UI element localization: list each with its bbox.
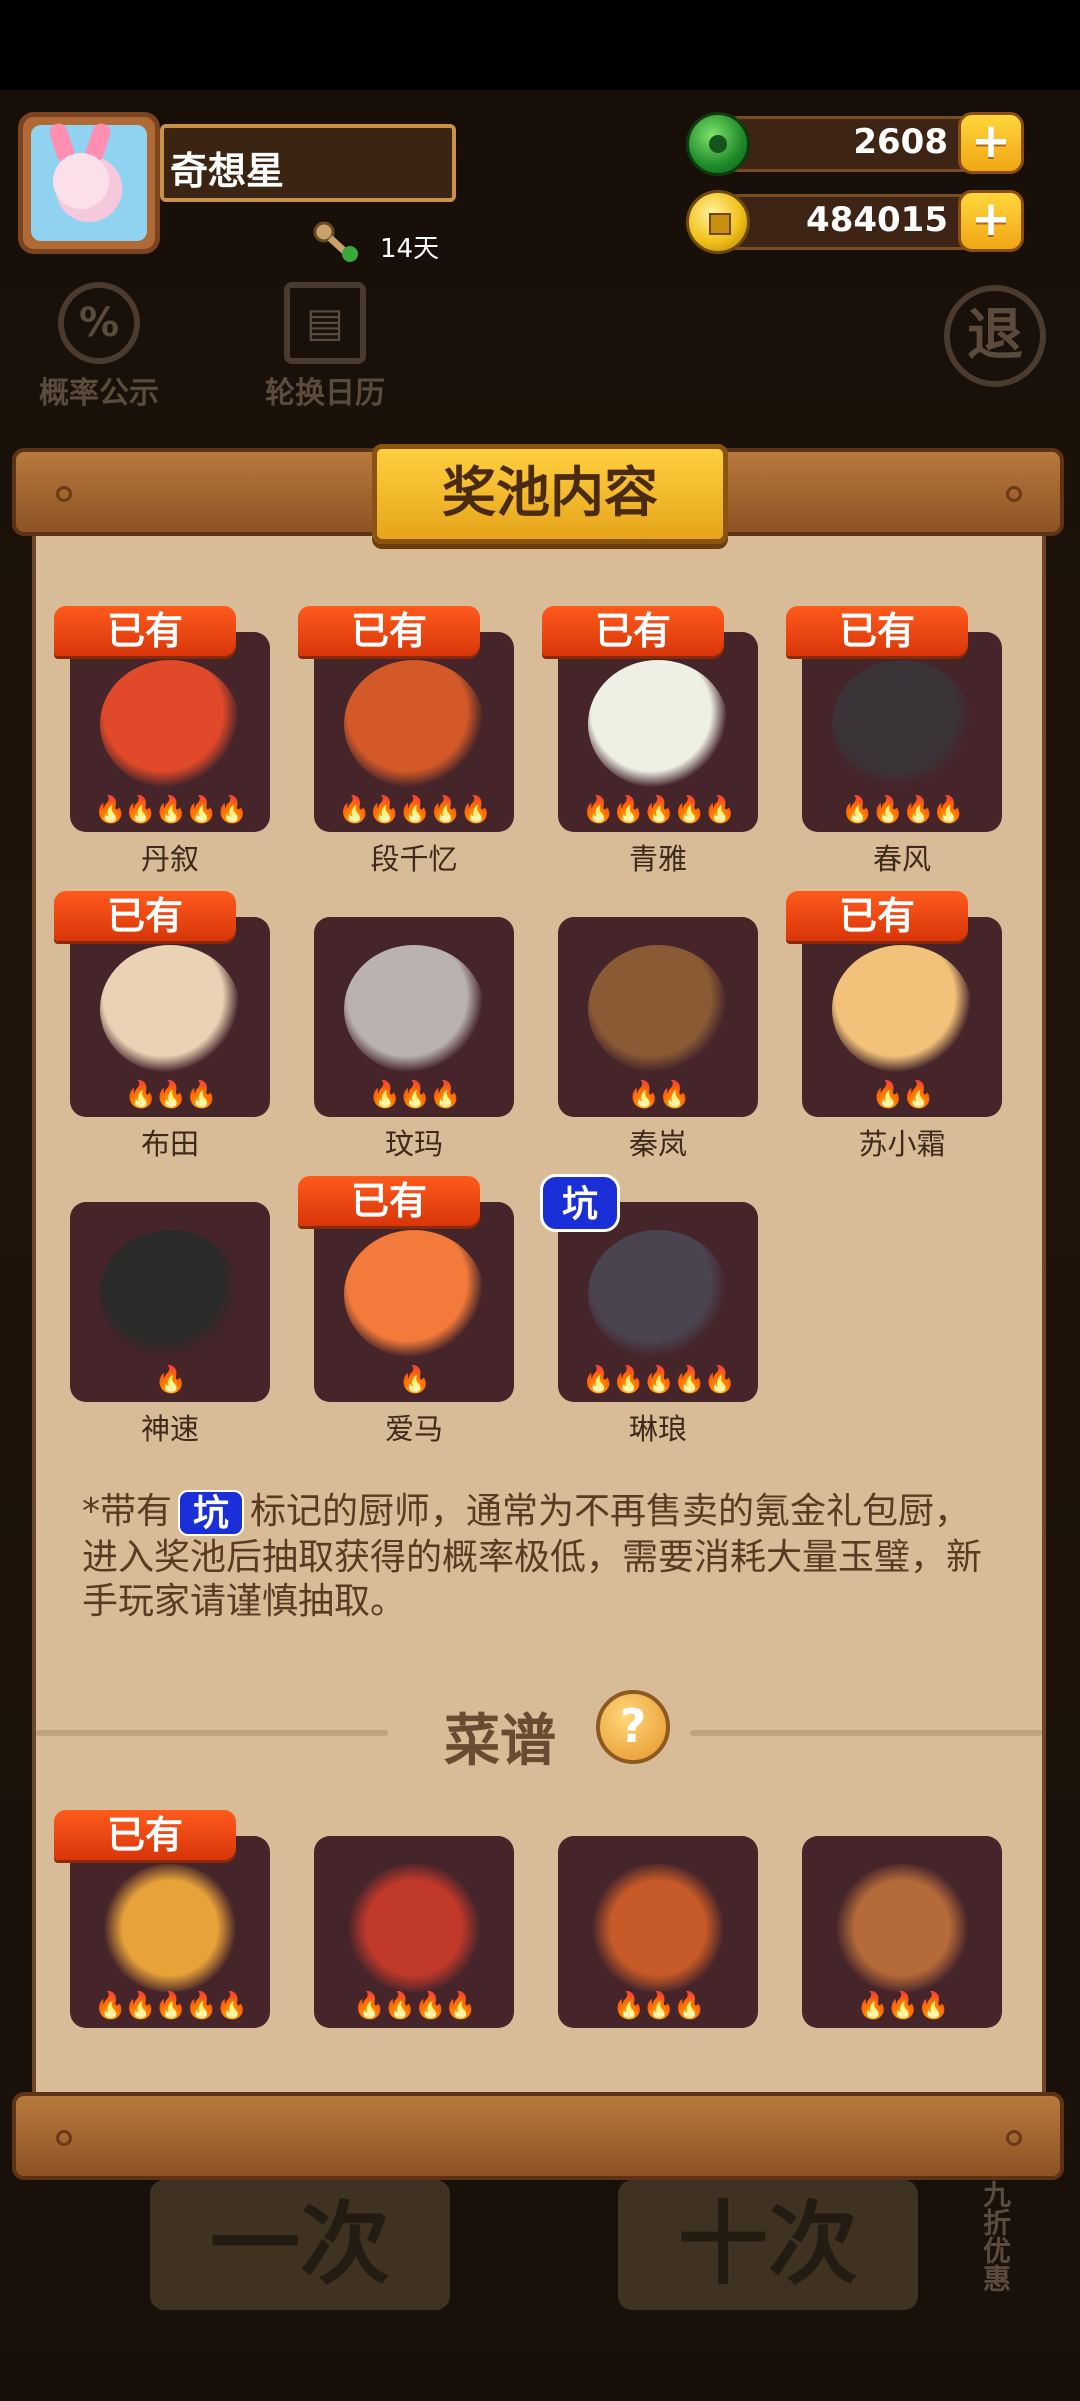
chef-name: 爱马: [384, 1412, 443, 1446]
rarity-flames: 🔥🔥: [627, 1080, 691, 1110]
rarity-flames: 🔥: [398, 1365, 431, 1395]
chef-portrait: [100, 1230, 240, 1358]
days-remaining: 14天: [380, 234, 440, 264]
calendar-button[interactable]: ▤ 轮换日历: [250, 282, 400, 412]
rarity-flames: 🔥🔥🔥: [124, 1080, 217, 1110]
recipe-card[interactable]: 🔥🔥🔥: [802, 1836, 1002, 2028]
chef-portrait: [832, 945, 972, 1073]
chef-name: 琳琅: [628, 1412, 687, 1446]
rarity-flames: 🔥🔥🔥🔥🔥: [582, 795, 736, 825]
pit-tag: 坑: [540, 1174, 620, 1232]
rarity-flames: 🔥🔥: [871, 1080, 935, 1110]
recipe-title: 菜谱: [444, 1709, 556, 1774]
rarity-flames: 🔥🔥🔥🔥🔥: [94, 1991, 248, 2021]
rarity-flames: 🔥🔥🔥🔥: [353, 1991, 477, 2021]
owned-tag: 已有: [54, 606, 236, 656]
note-prefix: *带有: [82, 1491, 173, 1532]
chef-portrait: [344, 945, 484, 1073]
chef-card[interactable]: 🔥🔥🔥🔥: [802, 632, 1002, 832]
chef-portrait: [344, 660, 484, 788]
exit-label: 退: [944, 285, 1046, 387]
add-jade-button[interactable]: +: [958, 112, 1024, 174]
chef-portrait: [344, 1230, 484, 1358]
chef-name: 丹叙: [140, 842, 199, 876]
recipe-card[interactable]: 🔥🔥🔥: [558, 1836, 758, 2028]
owned-tag: 已有: [786, 606, 968, 656]
calendar-label: 轮换日历: [265, 376, 385, 411]
dish-image: [100, 1864, 240, 1992]
percent-icon: %: [58, 282, 140, 364]
chef-portrait: [588, 1230, 728, 1358]
chef-portrait: [832, 660, 972, 788]
chef-card[interactable]: 🔥🔥🔥🔥🔥: [558, 1202, 758, 1402]
chef-card[interactable]: 🔥: [70, 1202, 270, 1402]
calendar-icon: ▤: [284, 282, 366, 364]
exit-button[interactable]: 退: [940, 285, 1050, 391]
chef-portrait: [588, 660, 728, 788]
rarity-flames: 🔥🔥🔥🔥🔥: [94, 795, 248, 825]
draw-once-button[interactable]: 一次: [150, 2180, 450, 2310]
chef-card[interactable]: 🔥: [314, 1202, 514, 1402]
chef-portrait: [100, 660, 240, 788]
chef-name: 神速: [140, 1412, 199, 1446]
chef-card[interactable]: 🔥🔥🔥🔥🔥: [558, 632, 758, 832]
owned-tag: 已有: [786, 891, 968, 941]
rarity-flames: 🔥: [154, 1365, 187, 1395]
owned-tag: 已有: [54, 1810, 236, 1860]
chef-name: 苏小霜: [858, 1127, 946, 1161]
status-bar: [0, 0, 1080, 90]
rarity-flames: 🔥🔥🔥🔥🔥: [338, 795, 492, 825]
dish-image: [588, 1864, 728, 1992]
chef-card[interactable]: 🔥🔥🔥: [70, 917, 270, 1117]
jade-icon: [686, 112, 750, 176]
chef-name: 春风: [872, 842, 931, 876]
chef-card[interactable]: 🔥🔥: [802, 917, 1002, 1117]
chef-name: 秦岚: [628, 1127, 687, 1161]
note-pit-tag: 坑: [178, 1490, 245, 1536]
player-name-box: 奇想星: [160, 124, 456, 202]
avatar[interactable]: [18, 112, 160, 254]
chef-name: 段千忆: [370, 842, 458, 876]
dish-image: [832, 1864, 972, 1992]
discount-label: 九折优惠: [979, 2180, 1012, 2292]
owned-tag: 已有: [54, 891, 236, 941]
panel-title: 奖池内容: [372, 444, 728, 544]
pit-note: *带有坑标记的厨师，通常为不再售卖的氪金礼包厨，进入奖池后抽取获得的概率极低，需…: [82, 1490, 1002, 1624]
panel-bottom-rail: [12, 2092, 1064, 2180]
probability-label: 概率公示: [39, 376, 159, 411]
player-name: 奇想星: [170, 149, 285, 193]
chef-name: 青雅: [628, 842, 687, 876]
chef-card[interactable]: 🔥🔥🔥🔥🔥: [70, 632, 270, 832]
recipe-card[interactable]: 🔥🔥🔥🔥🔥: [70, 1836, 270, 2028]
rarity-flames: 🔥🔥🔥🔥🔥: [582, 1365, 736, 1395]
rarity-flames: 🔥🔥🔥: [368, 1080, 461, 1110]
add-coin-button[interactable]: +: [958, 190, 1024, 252]
owned-tag: 已有: [298, 1176, 480, 1226]
recipe-card[interactable]: 🔥🔥🔥🔥: [314, 1836, 514, 2028]
divider-right: [690, 1730, 1042, 1736]
chef-portrait: [588, 945, 728, 1073]
divider-left: [36, 1730, 388, 1736]
rarity-flames: 🔥🔥🔥🔥: [841, 795, 965, 825]
chef-portrait: [100, 945, 240, 1073]
rarity-flames: 🔥🔥🔥: [856, 1991, 949, 2021]
chef-card[interactable]: 🔥🔥🔥🔥🔥: [314, 632, 514, 832]
chef-card[interactable]: 🔥🔥🔥: [314, 917, 514, 1117]
rarity-flames: 🔥🔥🔥: [612, 1991, 705, 2021]
owned-tag: 已有: [298, 606, 480, 656]
chef-name: 玟玛: [384, 1127, 443, 1161]
chef-name: 布田: [140, 1127, 199, 1161]
probability-button[interactable]: % 概率公示: [24, 282, 174, 412]
draw-ten-button[interactable]: 十次: [618, 2180, 918, 2310]
chef-card[interactable]: 🔥🔥: [558, 917, 758, 1117]
coin-icon: [686, 190, 750, 254]
owned-tag: 已有: [542, 606, 724, 656]
help-button[interactable]: ?: [596, 1690, 670, 1764]
key-icon: [313, 221, 358, 262]
dish-image: [344, 1864, 484, 1992]
